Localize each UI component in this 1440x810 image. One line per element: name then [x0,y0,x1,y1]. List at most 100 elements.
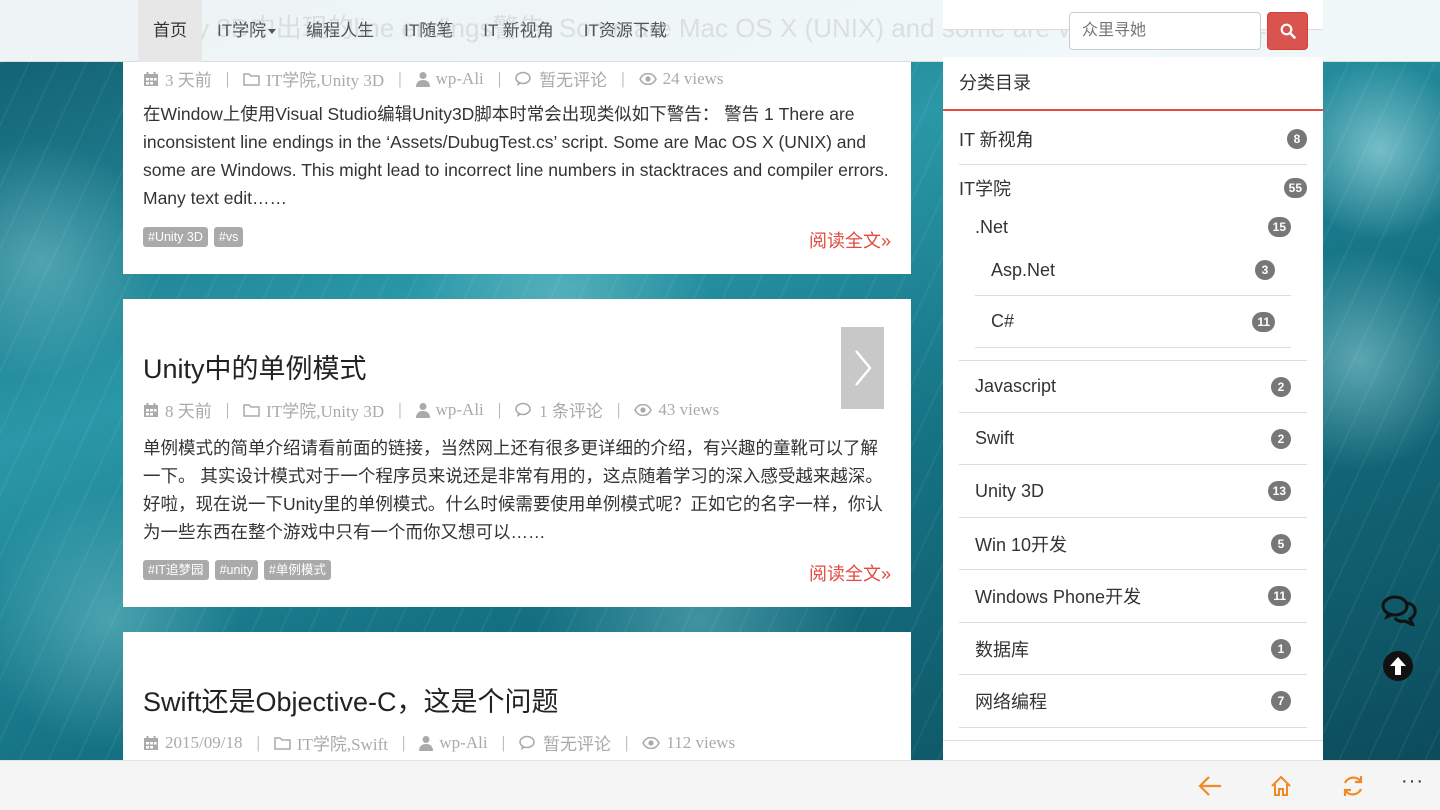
tag[interactable]: #unity [214,560,258,580]
comments-float-button[interactable] [1381,594,1417,631]
back-to-top-button[interactable] [1383,651,1413,686]
post-categories[interactable]: IT学院,Swift [297,730,388,755]
search-input[interactable] [1069,12,1261,50]
post-tags: #IT追梦园 #unity #单例模式 [143,560,331,580]
post-title[interactable]: Unity中的单例模式 [143,347,367,386]
category-count-badge: 15 [1267,217,1291,237]
folder-icon [243,403,260,417]
calendar-icon [144,71,158,86]
main-menu: 首页 IT学院 编程人生 IT随笔 IT 新视角 IT资源下载 [138,0,682,62]
folder-icon [274,736,291,750]
nav-label: 首页 [153,21,187,40]
category-win10-dev[interactable]: Win 10开发 5 [959,518,1307,570]
post-title[interactable]: Swift还是Objective-C，这是个问题 [143,680,559,719]
post-comments[interactable]: 暂无评论 [539,66,607,91]
post-views: 112 views [666,732,736,752]
nav-label: IT 新视角 [483,21,554,40]
post-author[interactable]: wp-Ali [436,69,484,89]
post-views: 24 views [662,68,724,88]
post-meta: 2015/09/18 | IT学院,Swift | wp-Ali | 暂无评论 … [143,730,735,755]
post-author[interactable]: wp-Ali [439,733,487,753]
post-categories[interactable]: IT学院,Unity 3D [266,66,384,91]
refresh-button[interactable] [1338,771,1368,801]
category-count-badge: 2 [1271,428,1291,449]
tag[interactable]: #Unity 3D [143,227,208,247]
post-views: 43 views [658,399,720,419]
nav-item-it-essays[interactable]: IT随笔 [389,0,468,62]
post-card: 3 天前 | IT学院,Unity 3D | wp-Ali | 暂无评论 | 2… [123,62,911,274]
back-button[interactable] [1195,771,1225,801]
calendar-icon [144,735,158,750]
category-count-badge: 1 [1271,638,1291,659]
category-count-badge: 11 [1268,586,1291,606]
category-count-badge: 8 [1287,128,1307,149]
user-icon [415,71,430,87]
category-it-academy[interactable]: IT学院 55 [959,165,1307,211]
category-unity-3d[interactable]: Unity 3D 13 [959,465,1307,518]
search-form [1069,12,1308,50]
nav-item-programming-life[interactable]: 编程人生 [291,0,389,62]
category-label: 网络编程 [975,692,1047,712]
read-more-link[interactable]: 阅读全文» [809,227,891,253]
category-dotnet[interactable]: .Net 15 [975,209,1291,245]
category-count-badge: 2 [1271,376,1291,397]
nav-item-it-downloads[interactable]: IT资源下载 [569,0,682,62]
home-icon [1271,775,1291,796]
post-excerpt: 在Window上使用Visual Studio编辑Unity3D脚本时常会出现类… [143,104,889,208]
nav-item-it-new-perspective[interactable]: IT 新视角 [468,0,569,62]
post-meta: 3 天前 | IT学院,Unity 3D | wp-Ali | 暂无评论 | 2… [143,66,724,91]
post-date: 2015/09/18 [165,732,243,752]
category-label: Javascript [975,376,1057,396]
post-comments[interactable]: 暂无评论 [543,730,611,755]
category-label: IT 新视角 [959,129,1034,150]
nav-label: IT资源下载 [583,21,667,40]
post-card: Swift还是Objective-C，这是个问题 2015/09/18 | IT… [123,632,911,760]
post-author[interactable]: wp-Ali [436,400,484,420]
nav-label: IT学院 [217,21,267,40]
tag[interactable]: #vs [213,227,244,247]
category-label: .Net [975,216,1009,237]
category-database[interactable]: 数据库 1 [959,623,1307,675]
caret-down-icon [268,29,277,35]
post-comments[interactable]: 1 条评论 [539,397,603,422]
category-swift[interactable]: Swift 2 [959,413,1307,465]
category-windows-phone-dev[interactable]: Windows Phone开发 11 [959,570,1307,623]
arrow-left-icon [1198,776,1221,796]
home-button[interactable] [1266,771,1296,801]
arrow-up-circle-icon [1383,651,1413,681]
nav-label: 编程人生 [306,21,375,40]
calendar-icon [144,402,158,417]
category-label: Win 10开发 [975,534,1068,555]
post-card: Unity中的单例模式 8 天前 | IT学院,Unity 3D | wp-Al… [123,299,911,607]
eye-icon [634,403,653,416]
more-icon[interactable]: ··· [1401,770,1424,793]
nav-label: IT随笔 [404,21,454,40]
post-categories[interactable]: IT学院,Unity 3D [266,397,384,422]
eye-icon [638,72,657,85]
category-label: IT学院 [959,179,1011,199]
category-sidebar: 分类目录 IT 新视角 8 IT学院 55 .Net 15 Asp.Net 3 … [943,57,1323,760]
nav-item-home[interactable]: 首页 [138,0,202,62]
comments-icon [1381,595,1417,629]
nav-item-it-academy[interactable]: IT学院 [202,0,291,62]
browser-toolbar: ··· [0,760,1440,810]
category-it-new-perspective[interactable]: IT 新视角 8 [959,113,1307,165]
post-thumbnail-next[interactable] [841,327,884,409]
tag[interactable]: #单例模式 [263,560,331,580]
post-meta: 8 天前 | IT学院,Unity 3D | wp-Ali | 1 条评论 | … [143,397,719,422]
category-label: 数据库 [975,639,1029,660]
category-aspnet[interactable]: Asp.Net 3 [975,245,1291,296]
category-network-programming[interactable]: 网络编程 7 [959,675,1307,728]
category-partial-row[interactable] [943,740,1323,760]
category-javascript[interactable]: Javascript 2 [959,360,1307,413]
user-icon [415,402,430,418]
read-more-link[interactable]: 阅读全文» [809,560,891,586]
post-excerpt: 单例模式的简单介绍请看前面的链接，当然网上还有很多更详细的介绍，有兴趣的童靴可以… [143,438,883,542]
category-csharp[interactable]: C# 11 [975,296,1291,348]
post-date: 8 天前 [165,402,212,421]
tag[interactable]: #IT追梦园 [143,560,209,580]
post-date: 3 天前 [165,71,212,90]
user-icon [419,735,434,751]
search-button[interactable] [1267,12,1308,50]
eye-icon [642,736,661,749]
